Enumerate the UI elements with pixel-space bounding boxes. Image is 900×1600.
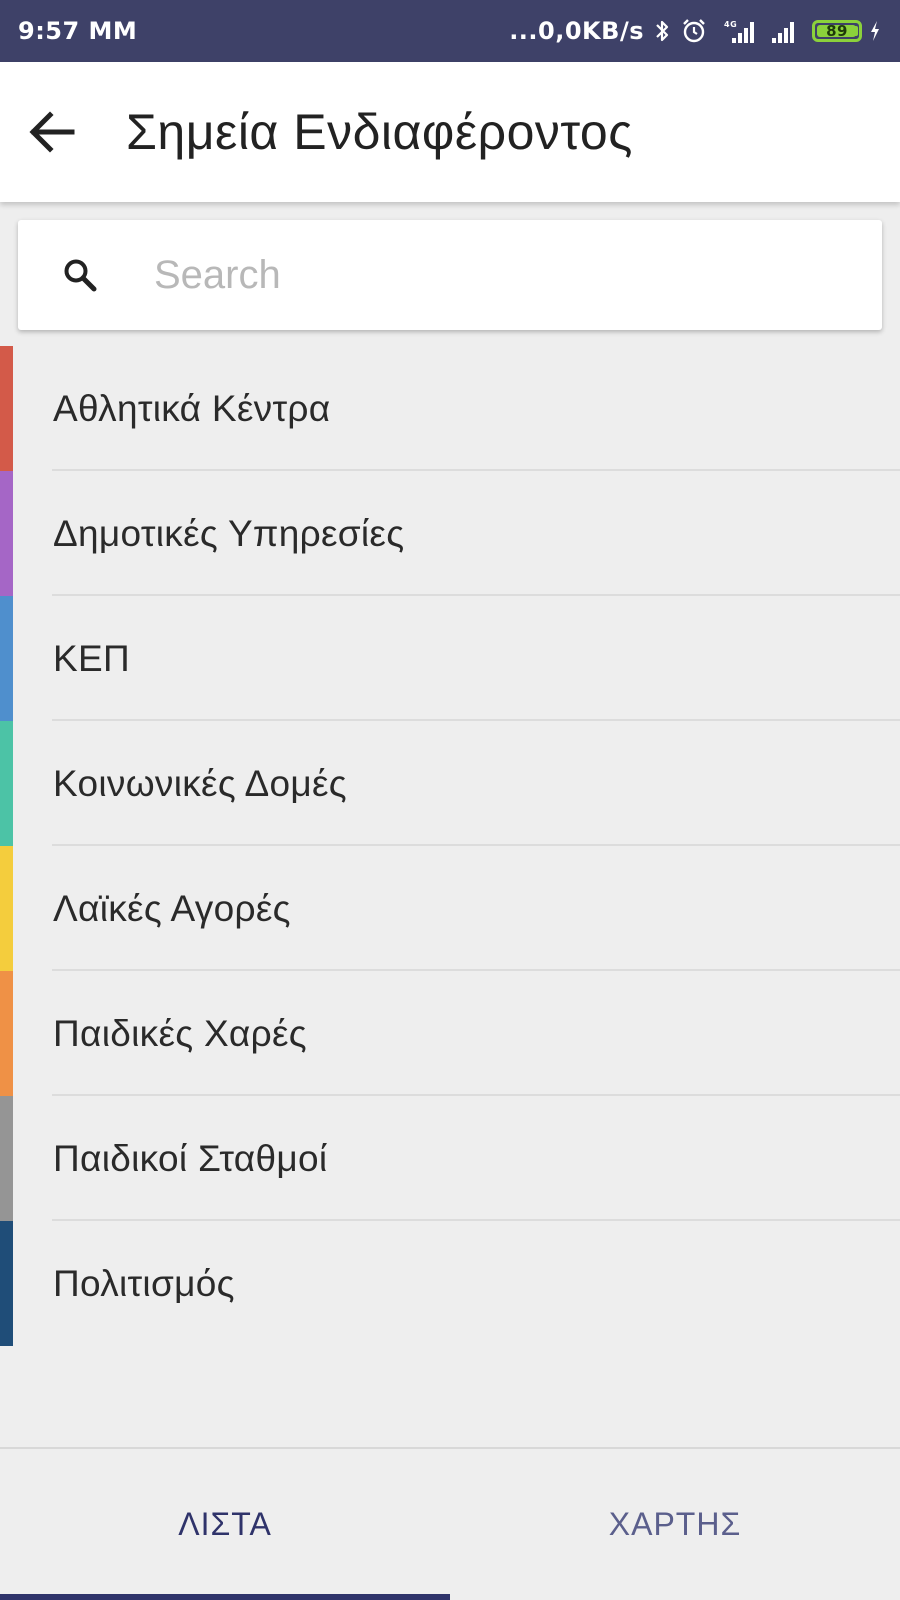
page-title: Σημεία Ενδιαφέροντος <box>126 104 633 160</box>
list-item[interactable]: ΚΕΠ <box>0 596 900 721</box>
search-bar[interactable] <box>18 220 882 330</box>
app-bar: Σημεία Ενδιαφέροντος <box>0 62 900 202</box>
battery-icon: 89 <box>812 16 862 46</box>
arrow-left-icon <box>29 111 75 153</box>
category-list: Αθλητικά Κέντρα Δημοτικές Υπηρεσίες ΚΕΠ Κοι… <box>0 346 900 1346</box>
signal-icon: 4G <box>718 16 758 46</box>
screen: 9:57 MM ...0,0KB/s 4G 89 Σημεία Ενδιαφέρ… <box>0 0 900 1600</box>
signal-icon <box>768 16 802 46</box>
list-item[interactable]: Κοινωνικές Δομές <box>0 721 900 846</box>
tab-map-label: ΧΑΡΤΗΣ <box>608 1506 742 1542</box>
category-color-strip <box>0 721 13 846</box>
tab-list-label: ΛΙΣΤΑ <box>178 1506 272 1542</box>
list-item[interactable]: Δημοτικές Υπηρεσίες <box>0 471 900 596</box>
category-label: Λαϊκές Αγορές <box>53 887 291 929</box>
list-item[interactable]: Πολιτισμός <box>0 1221 900 1346</box>
category-label: Παιδικές Χαρές <box>53 1012 307 1054</box>
category-label: ΚΕΠ <box>53 637 130 679</box>
list-item[interactable]: Αθλητικά Κέντρα <box>0 346 900 471</box>
status-icons: ...0,0KB/s 4G 89 <box>509 16 882 46</box>
category-color-strip <box>0 346 13 471</box>
category-label: Κοινωνικές Δομές <box>53 762 347 804</box>
category-color-strip <box>0 846 13 971</box>
category-label: Παιδικοί Σταθμοί <box>53 1137 328 1179</box>
list-item[interactable]: Παιδικοί Σταθμοί <box>0 1096 900 1221</box>
tab-list[interactable]: ΛΙΣΤΑ <box>0 1449 450 1600</box>
back-button[interactable] <box>24 104 80 160</box>
battery-level: 89 <box>826 21 848 40</box>
status-bar: 9:57 MM ...0,0KB/s 4G 89 <box>0 0 900 62</box>
charging-icon <box>868 16 882 46</box>
search-icon <box>58 253 102 297</box>
search-input[interactable] <box>152 251 796 299</box>
svg-text:4G: 4G <box>724 20 737 29</box>
tab-map[interactable]: ΧΑΡΤΗΣ <box>450 1449 900 1600</box>
category-label: Δημοτικές Υπηρεσίες <box>53 512 405 554</box>
category-color-strip <box>0 1221 13 1346</box>
category-color-strip <box>0 596 13 721</box>
network-speed: ...0,0KB/s <box>509 17 644 45</box>
tab-bar: ΛΙΣΤΑ ΧΑΡΤΗΣ <box>0 1447 900 1600</box>
alarm-icon <box>680 16 708 46</box>
list-item[interactable]: Παιδικές Χαρές <box>0 971 900 1096</box>
tab-selected-indicator <box>0 1594 450 1600</box>
list-item[interactable]: Λαϊκές Αγορές <box>0 846 900 971</box>
category-color-strip <box>0 971 13 1096</box>
category-label: Αθλητικά Κέντρα <box>53 387 331 429</box>
bluetooth-icon <box>654 16 670 46</box>
category-color-strip <box>0 471 13 596</box>
status-time: 9:57 MM <box>18 17 138 45</box>
category-color-strip <box>0 1096 13 1221</box>
category-label: Πολιτισμός <box>53 1262 235 1304</box>
